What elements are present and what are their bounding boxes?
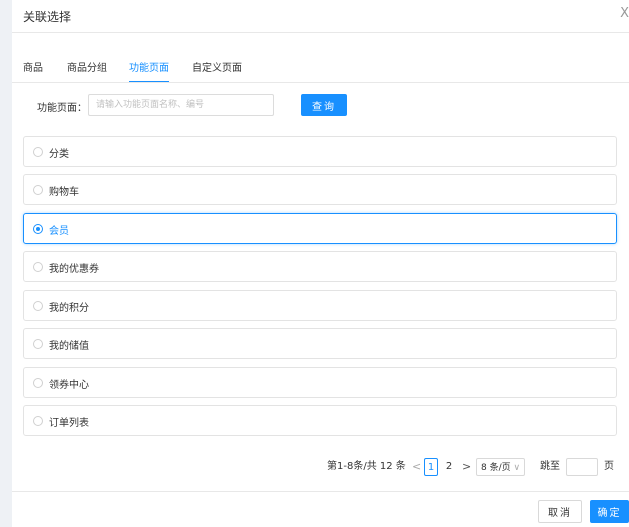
list-item-label: 会员 xyxy=(49,226,69,237)
radio-button[interactable] xyxy=(33,416,43,426)
confirm-button[interactable]: 确定 xyxy=(590,500,629,523)
list-item-label: 我的积分 xyxy=(49,303,89,314)
list-item[interactable]: 我的优惠券 xyxy=(23,251,617,282)
jump-label: 跳至 xyxy=(540,461,560,472)
tabs-divider xyxy=(12,82,629,83)
pagination-summary: 第1-8条/共 12 条 xyxy=(327,461,406,472)
list-item[interactable]: 订单列表 xyxy=(23,405,617,436)
search-label: 功能页面： xyxy=(37,103,87,114)
page-size-value: 8 条/页 xyxy=(481,463,511,473)
list-item-label: 分类 xyxy=(49,149,69,160)
radio-button[interactable] xyxy=(33,378,43,388)
page-2-button[interactable]: 2 xyxy=(442,458,456,476)
radio-button[interactable] xyxy=(33,224,43,234)
radio-button[interactable] xyxy=(33,147,43,157)
next-page-icon[interactable]: > xyxy=(462,458,471,476)
search-button[interactable]: 查询 xyxy=(301,94,347,116)
radio-button[interactable] xyxy=(33,301,43,311)
list-item-label: 购物车 xyxy=(49,187,79,198)
list-item-label: 领券中心 xyxy=(49,380,89,391)
dialog-title: 关联选择 xyxy=(23,10,72,24)
radio-button[interactable] xyxy=(33,185,43,195)
list-item[interactable]: 分类 xyxy=(23,136,617,167)
radio-button[interactable] xyxy=(33,339,43,349)
footer-divider xyxy=(12,491,629,492)
radio-button[interactable] xyxy=(33,262,43,272)
tab-products[interactable]: 商品 xyxy=(23,59,43,81)
pagination: 第1-8条/共 12 条 < 1 2 > 8 条/页 ∨ 跳至 页 xyxy=(12,458,629,476)
list-item-label: 我的储值 xyxy=(49,341,89,352)
tab-function-pages[interactable]: 功能页面 xyxy=(129,59,169,83)
search-input[interactable] xyxy=(88,94,274,116)
jump-suffix: 页 xyxy=(604,461,614,472)
close-icon[interactable]: X xyxy=(620,6,629,21)
prev-page-icon[interactable]: < xyxy=(412,458,421,476)
tab-custom-pages[interactable]: 自定义页面 xyxy=(192,59,242,81)
list-item[interactable]: 我的积分 xyxy=(23,290,617,321)
list-item[interactable]: 我的储值 xyxy=(23,328,617,359)
cancel-button[interactable]: 取消 xyxy=(538,500,582,523)
header-divider xyxy=(12,32,629,33)
page-1-button[interactable]: 1 xyxy=(424,458,438,476)
jump-page-input[interactable] xyxy=(566,458,598,476)
tab-product-groups[interactable]: 商品分组 xyxy=(67,59,107,81)
list-item[interactable]: 领券中心 xyxy=(23,367,617,398)
list-item[interactable]: 会员 xyxy=(23,213,617,244)
link-select-dialog: 关联选择 X 商品 商品分组 功能页面 自定义页面 功能页面： 查询 分类 购物… xyxy=(12,0,629,527)
list-item-label: 订单列表 xyxy=(49,418,89,429)
list-item[interactable]: 购物车 xyxy=(23,174,617,205)
page-size-select[interactable]: 8 条/页 ∨ xyxy=(476,458,526,476)
list-item-label: 我的优惠券 xyxy=(49,264,99,275)
chevron-down-icon: ∨ xyxy=(513,463,521,473)
